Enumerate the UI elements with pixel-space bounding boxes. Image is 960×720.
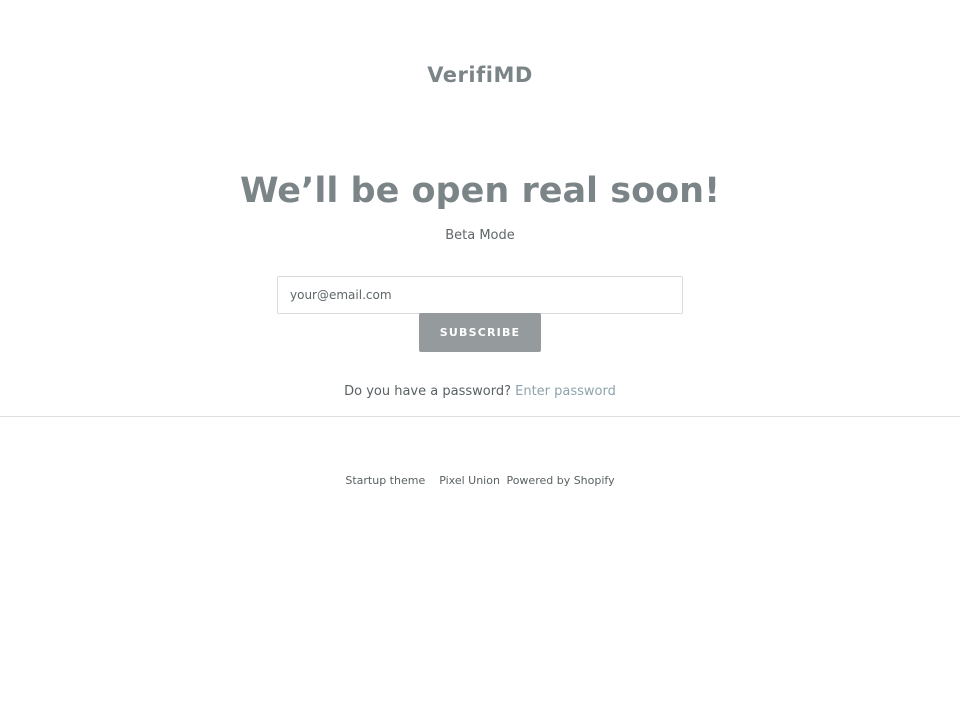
password-page: VerifiMD We’ll be open real soon! Beta M…: [0, 0, 960, 720]
footer: Startup theme Pixel Union Powered by Shop…: [0, 472, 960, 490]
author-link[interactable]: Pixel Union: [439, 474, 500, 487]
subscribe-button[interactable]: SUBSCRIBE: [419, 313, 541, 352]
site-brand[interactable]: VerifiMD: [0, 61, 960, 89]
password-row: Do you have a password? Enter password: [0, 382, 960, 402]
divider: [0, 416, 960, 417]
password-prompt: Do you have a password?: [344, 384, 511, 399]
theme-link[interactable]: Startup theme: [345, 474, 425, 487]
email-input[interactable]: [277, 276, 683, 314]
page-subtitle: Beta Mode: [445, 228, 515, 243]
enter-password-link[interactable]: Enter password: [515, 384, 616, 399]
powered-by-link[interactable]: Powered by Shopify: [506, 474, 614, 487]
page-headline: We’ll be open real soon!: [239, 171, 721, 211]
